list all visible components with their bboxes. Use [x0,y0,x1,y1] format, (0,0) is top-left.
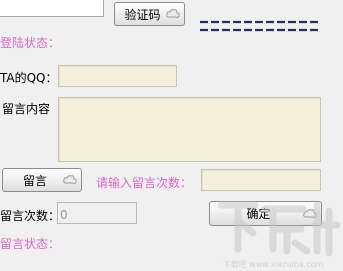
leave-message-button-label: 留言 [22,173,47,188]
ta-qq-label: TA的QQ： [0,71,58,85]
count-prompt-input[interactable] [201,169,321,191]
cloud-deco-icon [166,9,180,18]
site-watermark-logo: 下载吧 www.xiazaiba.com [217,201,341,269]
cloud-deco-icon [63,175,77,184]
top-input[interactable] [0,0,104,17]
message-content-textarea[interactable] [58,97,321,162]
captcha-image [200,20,320,32]
ta-qq-input[interactable] [58,65,177,87]
message-content-label: 留言内容 [2,102,51,116]
message-count-field: 0 [57,202,137,224]
count-prompt-label: 请输入留言次数： [96,176,193,190]
watermark-text: 下载吧 www.xiazaiba.com [223,259,324,269]
leave-message-button[interactable]: 留言 [2,168,82,192]
message-count-value: 0 [60,208,68,222]
login-status-label: 登陆状态： [0,36,61,50]
message-count-label: 留言次数： [0,209,61,223]
message-status-label: 留言状态： [0,237,61,251]
verify-code-button[interactable]: 验证码 [114,2,185,26]
